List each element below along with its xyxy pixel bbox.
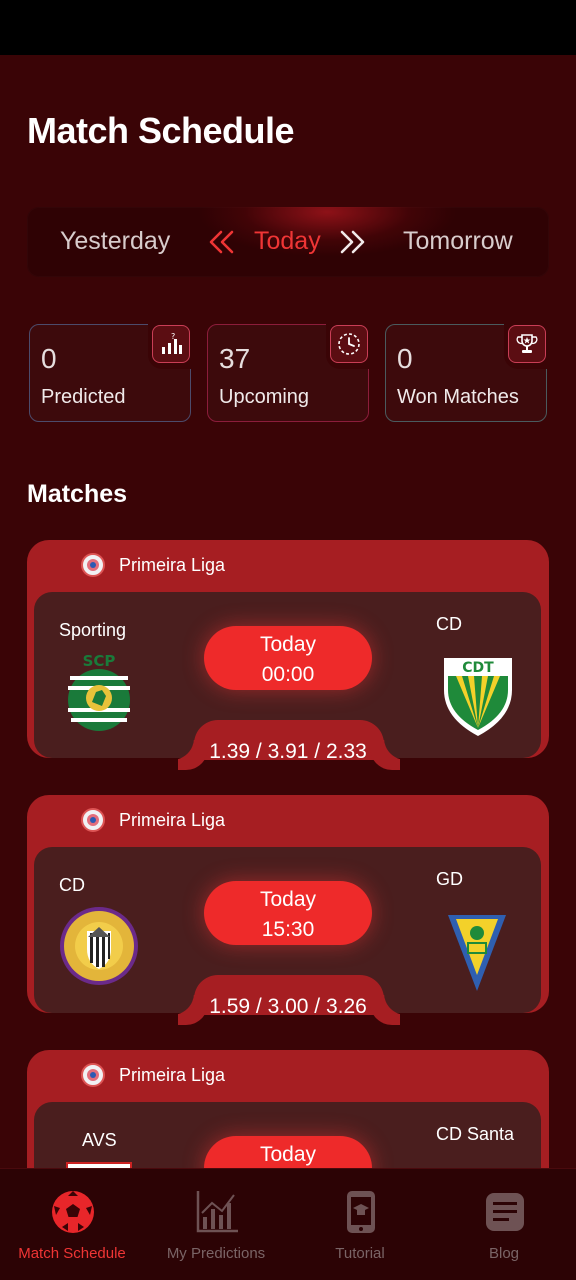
stat-label: Won Matches [397,386,519,408]
match-time-pill[interactable]: Today 15:30 [204,881,372,945]
away-team-name: CD [436,614,462,634]
primeira-liga-icon [81,553,105,577]
clock-icon [330,325,368,363]
stat-card-upcoming[interactable]: 37 Upcoming [207,323,370,422]
match-odds: 1.59 / 3.00 / 3.26 [209,995,367,1018]
estoril-logo-icon [448,915,506,991]
home-team-name: CD [59,875,85,895]
home-team-name: AVS [82,1130,117,1150]
league-name: Primeira Liga [119,555,226,575]
line-chart-icon [196,1191,238,1233]
match-odds: 1.39 / 3.91 / 2.33 [209,740,367,763]
stat-label: Predicted [41,386,126,408]
stat-value: 0 [397,343,413,374]
primeira-liga-icon [81,1063,105,1087]
league-name: Primeira Liga [119,810,226,830]
match-day: Today [259,888,317,911]
day-today[interactable]: Today [254,227,321,256]
nav-label: Match Schedule [18,1245,126,1262]
match-time: 00:00 [261,663,315,686]
nav-label: Tutorial [335,1245,385,1262]
match-card[interactable]: Primeira Liga CD Today 15:30 GD 1.59 / 3… [27,795,549,1018]
nav-my-predictions[interactable]: My Predictions [144,1169,288,1280]
stat-label: Upcoming [219,386,310,408]
svg-text:?: ? [171,332,175,341]
bar-chart-question-icon: ? [152,325,190,363]
match-body: CD Today 15:30 GD [34,847,541,1015]
chevrons-right-icon[interactable] [339,229,367,255]
nav-label: My Predictions [166,1245,266,1262]
league-name: Primeira Liga [119,1065,226,1085]
svg-text:SCP: SCP [83,652,116,670]
nav-blog[interactable]: Blog [432,1169,576,1280]
stat-card-predicted[interactable]: ? 0 Predicted [29,323,192,422]
nacional-logo-icon [60,907,138,985]
nav-label: Blog [488,1245,520,1262]
stat-card-won-matches[interactable]: 0 Won Matches [385,323,548,422]
tondela-logo-icon: CDT [444,658,512,736]
page-title: Match Schedule [27,110,295,151]
nav-match-schedule[interactable]: Match Schedule [0,1169,144,1280]
chevrons-left-icon[interactable] [207,229,235,255]
match-time-pill[interactable]: Today 00:00 [204,626,372,690]
bottom-nav: Match Schedule My Predictions Tutorial B… [0,1168,576,1280]
soccer-ball-icon [52,1191,94,1233]
trophy-icon [508,325,546,363]
home-team-name: Sporting [59,620,127,640]
match-time: 15:30 [261,918,315,941]
nav-tutorial[interactable]: Tutorial [288,1169,432,1280]
sporting-logo-icon: SCP [68,652,130,731]
away-team-name: CD Santa [436,1124,515,1144]
stat-value: 0 [41,343,57,374]
primeira-liga-icon [81,808,105,832]
day-tomorrow[interactable]: Tomorrow [403,227,513,256]
blog-icon [486,1193,524,1231]
match-day: Today [259,633,317,656]
day-switcher: Yesterday Today Tomorrow [27,207,549,277]
phone-tutorial-icon [347,1191,375,1233]
matches-title: Matches [27,480,128,508]
match-body: Sporting SCP Today 00:00 CD CDT [34,592,541,760]
status-bar [0,0,576,55]
day-yesterday[interactable]: Yesterday [60,227,170,256]
match-day: Today [259,1143,317,1166]
match-card[interactable]: Primeira Liga Sporting SCP Today 00:00 C… [27,540,549,763]
svg-text:CDT: CDT [462,660,494,676]
away-team-name: GD [436,869,463,889]
stat-value: 37 [219,343,251,374]
